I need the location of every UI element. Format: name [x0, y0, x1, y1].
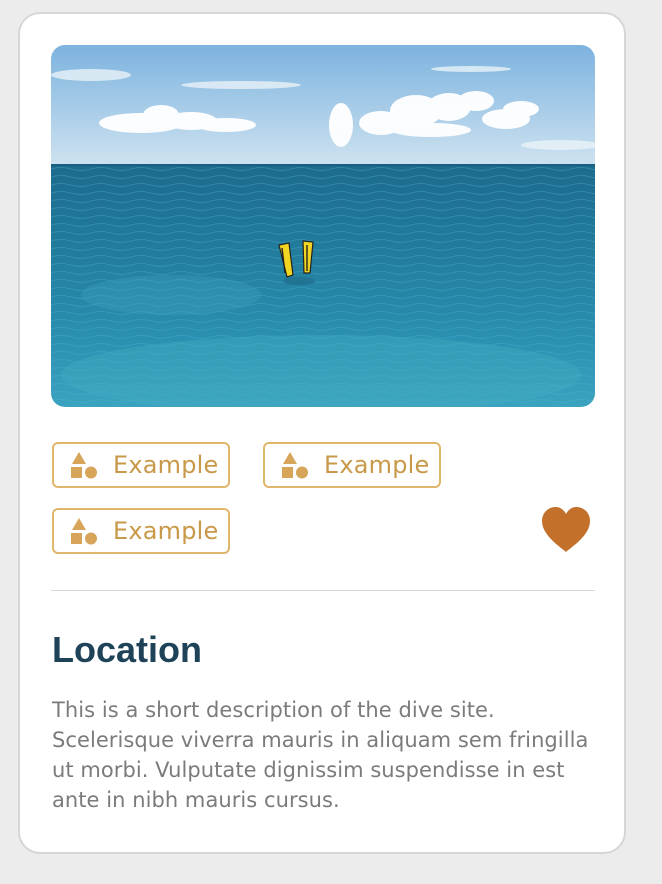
divider [51, 590, 595, 591]
feature-tag[interactable]: Example [52, 508, 230, 554]
dive-site-photo [51, 45, 595, 407]
feature-tag-label: Example [324, 451, 430, 479]
dive-site-card: Example Example Example Location This is… [18, 12, 626, 854]
heart-icon[interactable] [540, 506, 592, 554]
site-description: This is a short description of the dive … [52, 698, 589, 812]
feature-tag[interactable]: Example [52, 442, 230, 488]
feature-tag[interactable]: Example [263, 442, 441, 488]
location-title: Location [52, 629, 202, 670]
feature-tag-label: Example [113, 517, 219, 545]
shapes-icon [69, 517, 99, 545]
feature-tag-label: Example [113, 451, 219, 479]
shapes-icon [69, 451, 99, 479]
shapes-icon [280, 451, 310, 479]
